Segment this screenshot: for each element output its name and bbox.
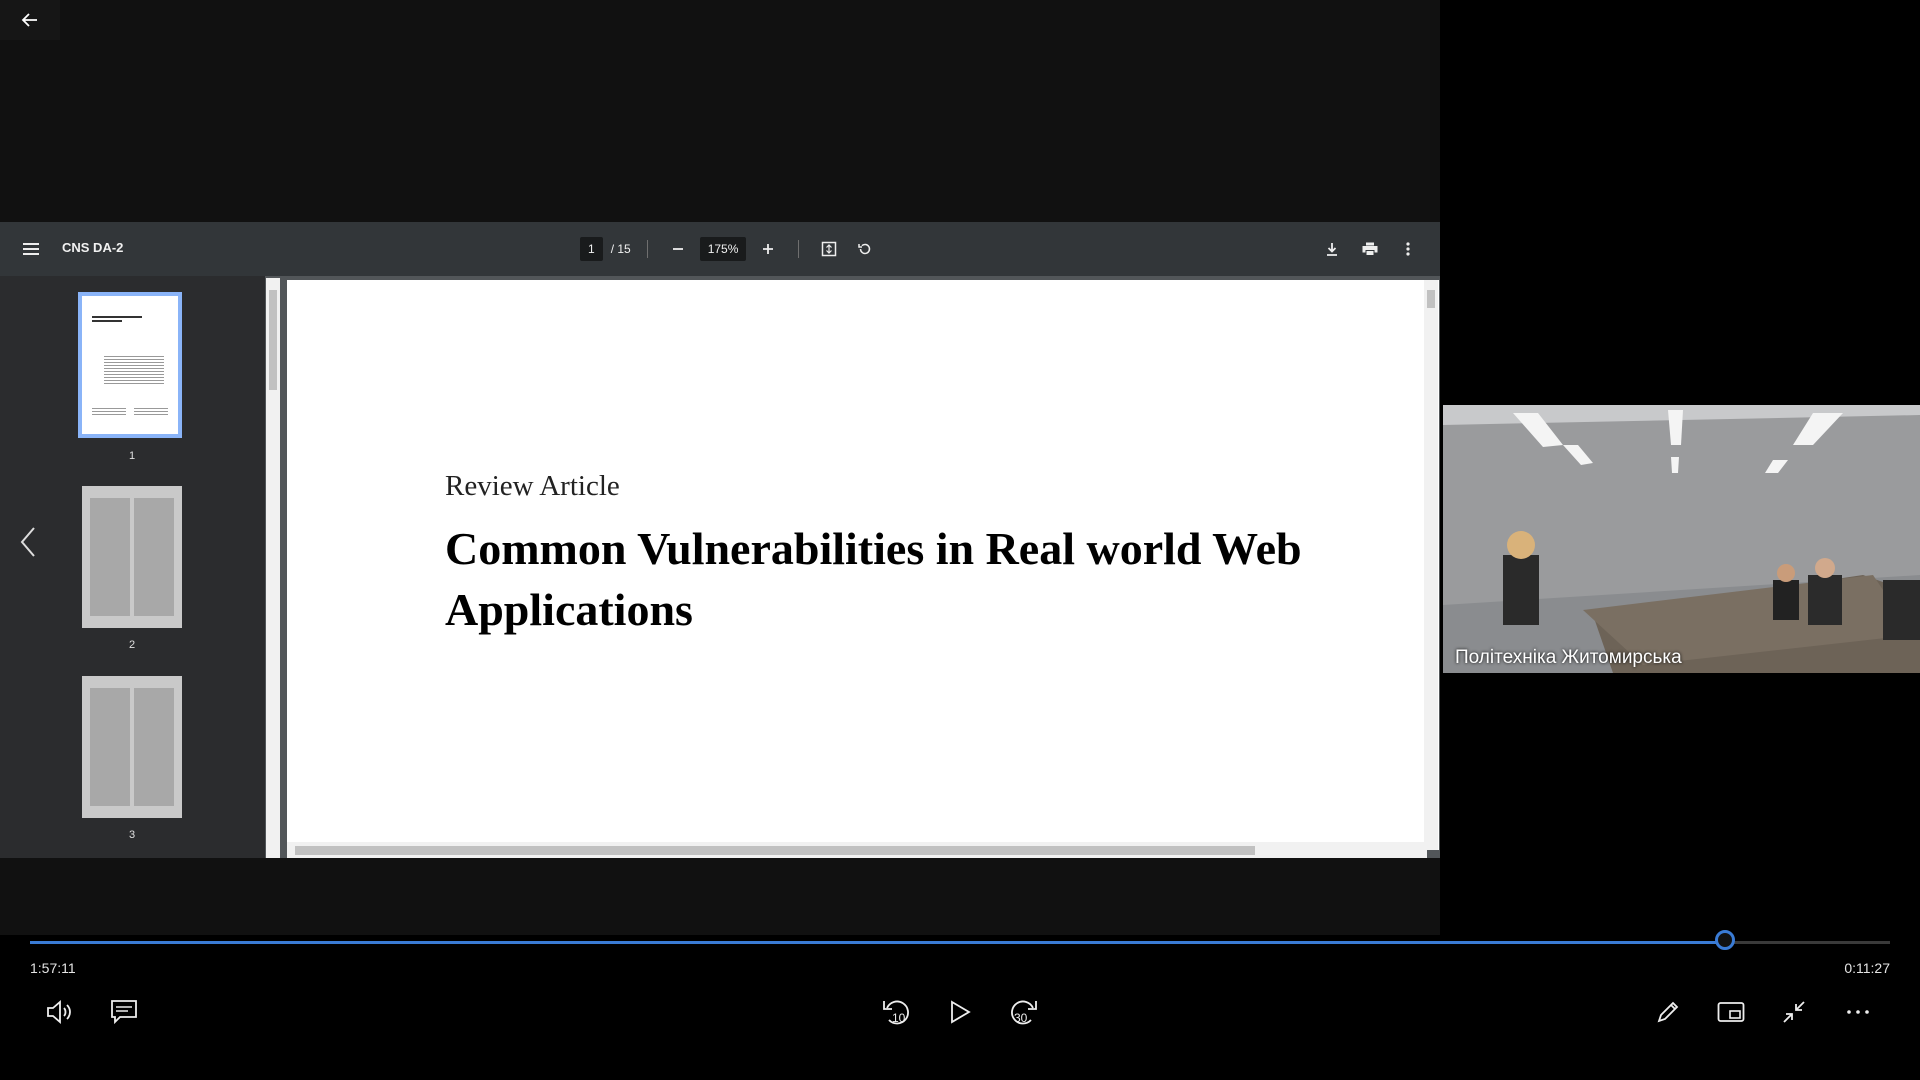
forward-30-button[interactable]: 30 <box>1002 990 1046 1034</box>
download-button[interactable] <box>1318 235 1346 263</box>
scrollbar-thumb[interactable] <box>295 846 1255 855</box>
rewind-10-icon: 10 <box>883 1000 909 1025</box>
thumbnail-page-2[interactable] <box>82 486 182 628</box>
page-thumbnail-image <box>92 316 168 415</box>
fit-page-button[interactable] <box>815 235 843 263</box>
captions-icon <box>111 1000 137 1025</box>
volume-icon <box>47 1000 71 1024</box>
more-button[interactable] <box>1836 990 1880 1034</box>
picture-in-picture-button[interactable] <box>1709 990 1753 1034</box>
article-title: Common Vulnerabilities in Real world Web… <box>445 523 1302 635</box>
menu-icon[interactable] <box>17 235 45 263</box>
camera-video-image <box>1443 405 1920 673</box>
camera-feed[interactable]: Політехніка Житомирська <box>1443 405 1920 673</box>
download-icon <box>1327 243 1337 256</box>
captions-button[interactable] <box>102 990 146 1034</box>
thumbnail-label: 2 <box>128 639 136 651</box>
forward-30-icon: 30 <box>1011 1000 1037 1025</box>
play-icon <box>951 1000 971 1024</box>
page-thumbnail-image <box>90 688 174 806</box>
pen-icon <box>1657 1001 1679 1023</box>
print-icon <box>1362 242 1378 256</box>
exit-fullscreen-button[interactable] <box>1772 990 1816 1034</box>
svg-text:30: 30 <box>1014 1011 1028 1025</box>
pdf-doc-title: CNS DA-2 <box>62 240 124 255</box>
picture-in-picture-icon <box>1717 1002 1745 1022</box>
toolbar-divider <box>646 240 648 258</box>
more-horizontal-icon <box>1847 1010 1869 1014</box>
annotate-button[interactable] <box>1646 990 1690 1034</box>
seek-bar-thumb[interactable] <box>1715 930 1736 950</box>
remaining-time: 0:11:27 <box>1844 960 1890 976</box>
seek-bar[interactable] <box>30 930 1890 950</box>
previous-button[interactable] <box>6 520 50 564</box>
thumbnail-sidebar: 1 2 3 <box>0 276 265 858</box>
participant-name: Політехніка Житомирська <box>1455 647 1682 668</box>
scrollbar-thumb[interactable] <box>1427 290 1435 308</box>
zoom-input[interactable]: 175% <box>699 237 747 261</box>
minimize-icon <box>1783 1001 1805 1023</box>
chevron-left-icon <box>20 527 35 557</box>
rewind-10-button[interactable]: 10 <box>874 990 918 1034</box>
volume-button[interactable] <box>38 990 82 1034</box>
svg-text:10: 10 <box>892 1011 906 1025</box>
scrollbar-thumb[interactable] <box>269 290 277 390</box>
plus-icon <box>763 244 774 254</box>
vertical-scrollbar[interactable] <box>1424 280 1438 850</box>
pdf-toolbar-center: 1 / 15 175% <box>580 235 879 263</box>
seek-bar-fill <box>30 941 1726 944</box>
page-total: / 15 <box>610 242 631 256</box>
horizontal-scrollbar[interactable] <box>287 842 1427 858</box>
thumbnail-label: 3 <box>128 829 136 841</box>
back-button[interactable] <box>0 0 60 40</box>
pdf-toolbar: CNS DA-2 1 / 15 175% <box>0 222 1440 276</box>
zoom-in-button[interactable] <box>754 235 782 263</box>
page-thumbnail-image <box>90 498 174 616</box>
rotate-button[interactable] <box>851 235 879 263</box>
zoom-out-button[interactable] <box>664 235 692 263</box>
arrow-left-icon <box>21 13 37 27</box>
fit-page-icon <box>822 241 837 257</box>
thumbnail-label: 1 <box>128 450 136 462</box>
thumbnail-page-1[interactable] <box>78 292 182 438</box>
toolbar-divider <box>798 240 800 258</box>
more-options-button[interactable] <box>1394 235 1422 263</box>
thumbnail-page-3[interactable] <box>82 676 182 818</box>
page-number-input[interactable]: 1 <box>580 237 603 261</box>
sidebar-scrollbar[interactable] <box>266 278 280 858</box>
rotate-icon <box>858 243 871 255</box>
article-kicker: Review Article <box>445 470 620 502</box>
elapsed-time: 1:57:11 <box>30 960 76 976</box>
minus-icon <box>672 248 683 250</box>
play-button[interactable] <box>938 990 982 1034</box>
more-vertical-icon <box>1406 242 1410 256</box>
print-button[interactable] <box>1356 235 1384 263</box>
